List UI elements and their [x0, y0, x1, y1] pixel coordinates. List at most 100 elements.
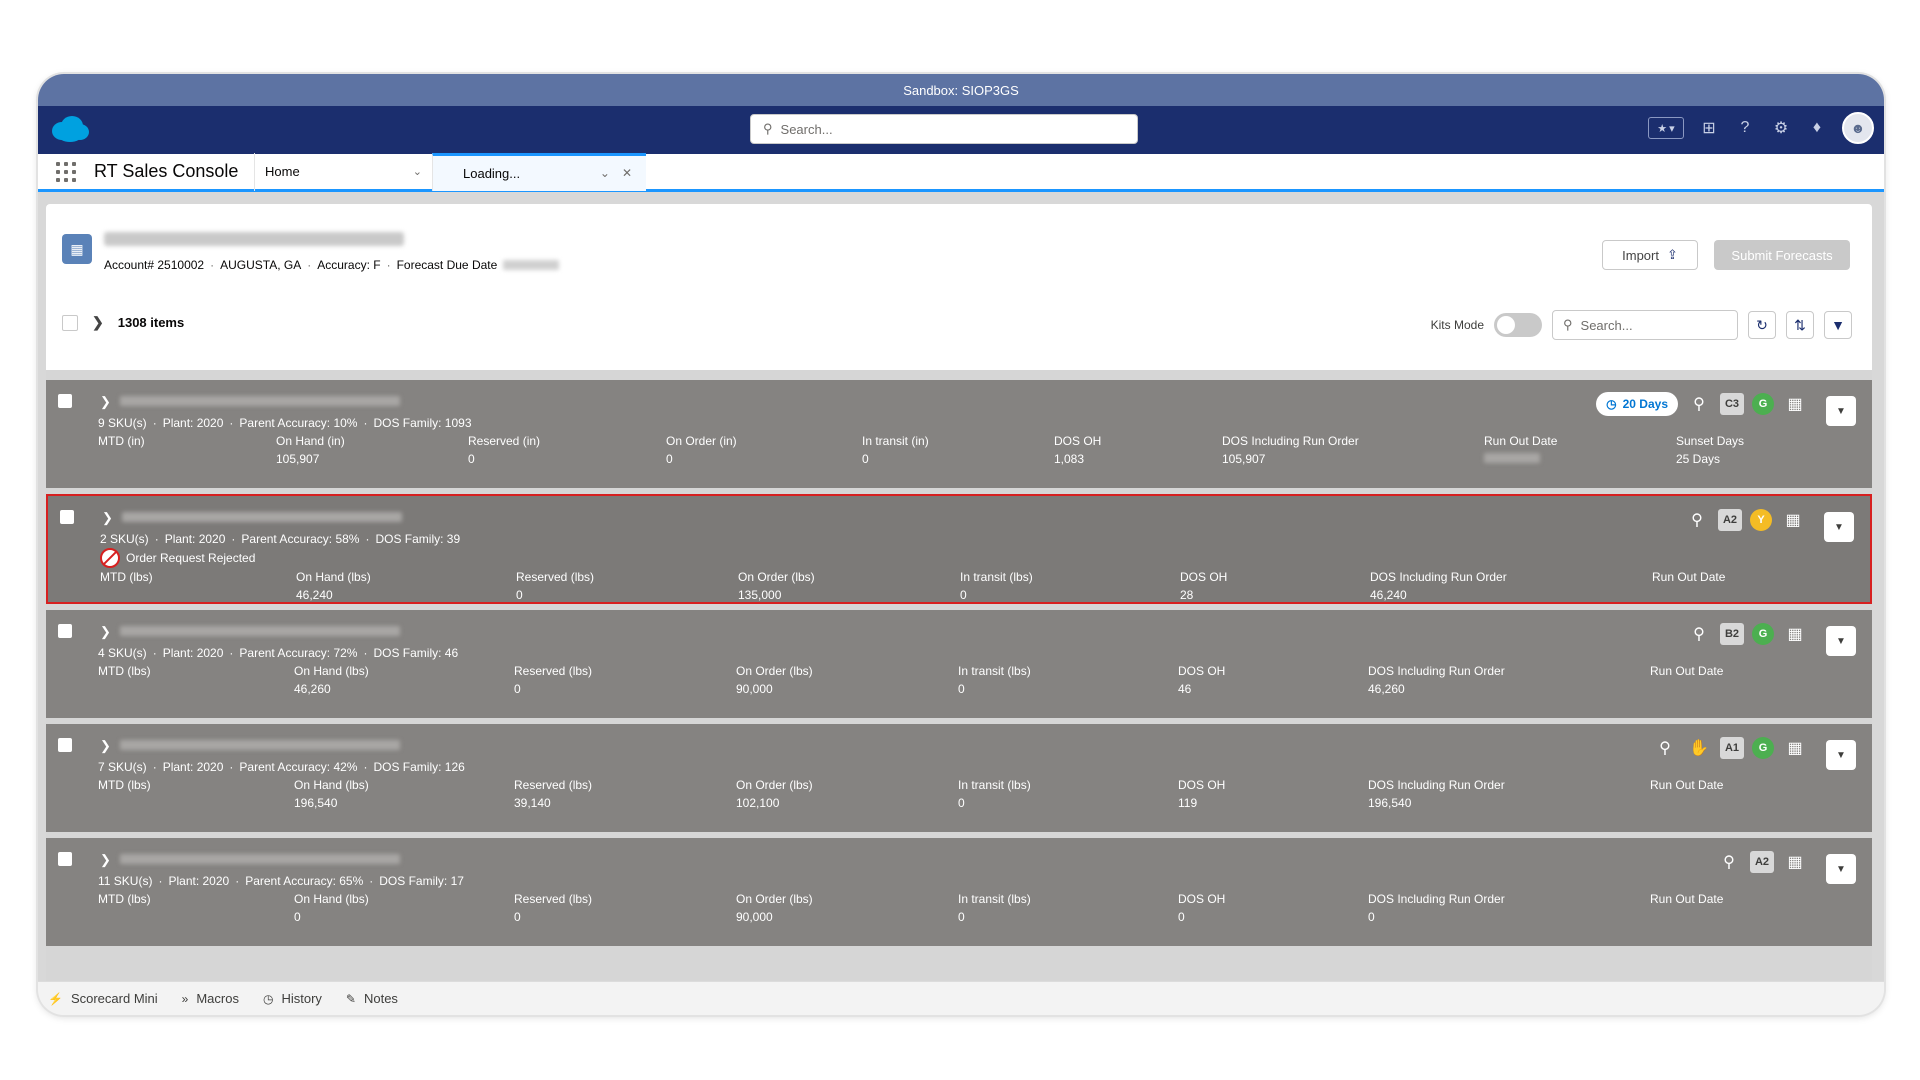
row-checkbox[interactable] [58, 738, 72, 752]
utility-scorecard-mini[interactable]: ⚡ Scorecard Mini [48, 991, 158, 1006]
bell-icon[interactable]: ♦ [1806, 117, 1828, 139]
metric-value: 105,907 [1222, 452, 1266, 466]
add-icon[interactable]: ⊞ [1698, 117, 1720, 139]
favorites-button[interactable]: ★ ▾ [1648, 117, 1684, 139]
tab-loading[interactable]: Loading... ⌄ ✕ [432, 152, 646, 191]
dos-family: DOS Family: 126 [373, 760, 465, 774]
sort-icon[interactable]: ⇅ [1786, 311, 1814, 339]
tab-home[interactable]: Home ⌄ [254, 152, 432, 191]
utility-label: Macros [196, 991, 239, 1006]
search-icon: ⚲ [1563, 317, 1573, 332]
row-badges: ⚲ B2 G ▦ [1686, 622, 1808, 646]
metric-value: 196,540 [294, 796, 338, 810]
table-row[interactable]: ❯ 11 SKU(s) · Plant: 2020 · Parent Accurac… [46, 838, 1872, 946]
chevron-right-icon[interactable]: ❯ [100, 852, 111, 868]
search-insight-icon[interactable]: ⚲ [1716, 850, 1742, 874]
dos-family: DOS Family: 17 [379, 874, 464, 888]
search-insight-icon[interactable]: ⚲ [1686, 392, 1712, 416]
select-all-checkbox[interactable] [62, 314, 78, 331]
refresh-icon[interactable]: ↻ [1748, 311, 1776, 339]
row-meta: 4 SKU(s) · Plant: 2020 · Parent Accuracy: … [98, 646, 459, 660]
submit-forecasts-button[interactable]: Submit Forecasts [1714, 240, 1850, 270]
table-row[interactable]: ❯ 2 SKU(s) · Plant: 2020 · Parent Accuracy… [46, 494, 1872, 604]
metric-dos-including-run-order: DOS Including Run Order 105,907 [1222, 434, 1359, 466]
metric-value: 46,260 [294, 682, 331, 696]
metric-on-hand: On Hand (lbs) 46,260 [294, 664, 369, 696]
building-icon[interactable]: ▦ [1782, 850, 1808, 874]
help-icon[interactable]: ? [1734, 117, 1756, 139]
list-search-input[interactable]: ⚲ Search... [1552, 310, 1738, 340]
hand-icon[interactable]: ✋ [1686, 736, 1712, 760]
app-launcher-icon[interactable] [56, 161, 76, 182]
tab-home-label: Home [265, 164, 300, 179]
search-insight-icon[interactable]: ⚲ [1684, 508, 1710, 532]
global-search-input[interactable]: ⚲ Search... [750, 114, 1138, 144]
search-insight-icon[interactable]: ⚲ [1652, 736, 1678, 760]
kits-mode-toggle[interactable] [1494, 313, 1542, 337]
submit-label: Submit Forecasts [1731, 247, 1833, 263]
row-checkbox[interactable] [60, 510, 74, 524]
class-code-badge: B2 [1720, 623, 1744, 645]
sku-count: 11 SKU(s) [98, 874, 153, 888]
product-name-redacted [120, 626, 400, 636]
chevron-right-icon[interactable]: ❯ [100, 738, 111, 754]
parent-accuracy: Parent Accuracy: 42% [239, 760, 358, 774]
gear-icon[interactable]: ⚙ [1770, 117, 1792, 139]
building-icon[interactable]: ▦ [1782, 736, 1808, 760]
row-checkbox[interactable] [58, 394, 72, 408]
utility-notes[interactable]: ✎ Notes [346, 991, 398, 1006]
avatar[interactable]: ☻ [1842, 112, 1874, 144]
chevron-right-icon[interactable]: ❯ [100, 624, 111, 640]
metric-dos-including-run-order: DOS Including Run Order 0 [1368, 892, 1505, 924]
metric-label: DOS Including Run Order [1222, 434, 1359, 448]
row-menu-dropdown[interactable]: ▼ [1824, 512, 1854, 542]
metric-in-transit: In transit (lbs) 0 [958, 664, 1031, 696]
import-button[interactable]: Import ⇪ [1602, 240, 1698, 270]
clock-icon: ◷ [1606, 397, 1617, 411]
metric-reserved: Reserved (lbs) 0 [516, 570, 594, 602]
table-row[interactable]: ❯ 9 SKU(s) · Plant: 2020 · Parent Accuracy… [46, 380, 1872, 488]
metric-on-hand: On Hand (lbs) 0 [294, 892, 369, 924]
row-menu-dropdown[interactable]: ▼ [1826, 740, 1856, 770]
table-row[interactable]: ❯ 7 SKU(s) · Plant: 2020 · Parent Accuracy… [46, 724, 1872, 832]
metric-label: On Order (lbs) [738, 570, 815, 584]
row-checkbox[interactable] [58, 624, 72, 638]
row-checkbox[interactable] [58, 852, 72, 866]
metric-label: MTD (lbs) [98, 892, 151, 906]
building-icon[interactable]: ▦ [1782, 392, 1808, 416]
filter-icon[interactable]: ▼ [1824, 311, 1852, 339]
chevron-down-icon[interactable]: ⌄ [413, 165, 422, 178]
metric-label: In transit (lbs) [958, 778, 1031, 792]
building-icon[interactable]: ▦ [1782, 622, 1808, 646]
utility-macros[interactable]: » Macros [182, 991, 239, 1006]
forecast-card: ▦ Account# 2510002 · AUGUSTA, GA · Accur… [46, 204, 1872, 986]
metric-run-out-date: Run Out Date [1650, 664, 1723, 678]
chevron-right-icon[interactable]: ❯ [92, 314, 104, 331]
account-header: ▦ Account# 2510002 · AUGUSTA, GA · Accur… [46, 204, 1872, 370]
metric-label: In transit (in) [862, 434, 929, 448]
salesforce-cloud-icon[interactable] [50, 115, 90, 143]
forecast-due-label: Forecast Due Date [396, 258, 498, 272]
row-menu-dropdown[interactable]: ▼ [1826, 854, 1856, 884]
metric-value: 102,100 [736, 796, 780, 810]
forecast-due-redacted [503, 260, 560, 270]
grade-badge: G [1752, 737, 1774, 759]
close-icon[interactable]: ✕ [622, 166, 632, 180]
table-row[interactable]: ❯ 4 SKU(s) · Plant: 2020 · Parent Accuracy… [46, 610, 1872, 718]
search-insight-icon[interactable]: ⚲ [1686, 622, 1712, 646]
chevron-down-icon[interactable]: ⌄ [600, 166, 610, 180]
row-menu-dropdown[interactable]: ▼ [1826, 396, 1856, 426]
product-name-redacted [120, 740, 400, 750]
days-badge[interactable]: ◷ 20 Days [1596, 392, 1678, 416]
chevron-right-icon[interactable]: ❯ [100, 394, 111, 410]
row-menu-dropdown[interactable]: ▼ [1826, 626, 1856, 656]
metric-dos-oh: DOS OH 46 [1178, 664, 1225, 696]
building-icon[interactable]: ▦ [1780, 508, 1806, 532]
chevron-right-icon[interactable]: ❯ [102, 510, 113, 526]
metric-on-hand: On Hand (in) 105,907 [276, 434, 345, 466]
utility-history[interactable]: ◷ History [263, 991, 322, 1006]
row-meta: 2 SKU(s) · Plant: 2020 · Parent Accuracy: … [100, 532, 461, 546]
list-search-placeholder: Search... [1580, 317, 1633, 333]
dos-family: DOS Family: 1093 [373, 416, 472, 430]
items-count: 1308 items [117, 315, 185, 330]
